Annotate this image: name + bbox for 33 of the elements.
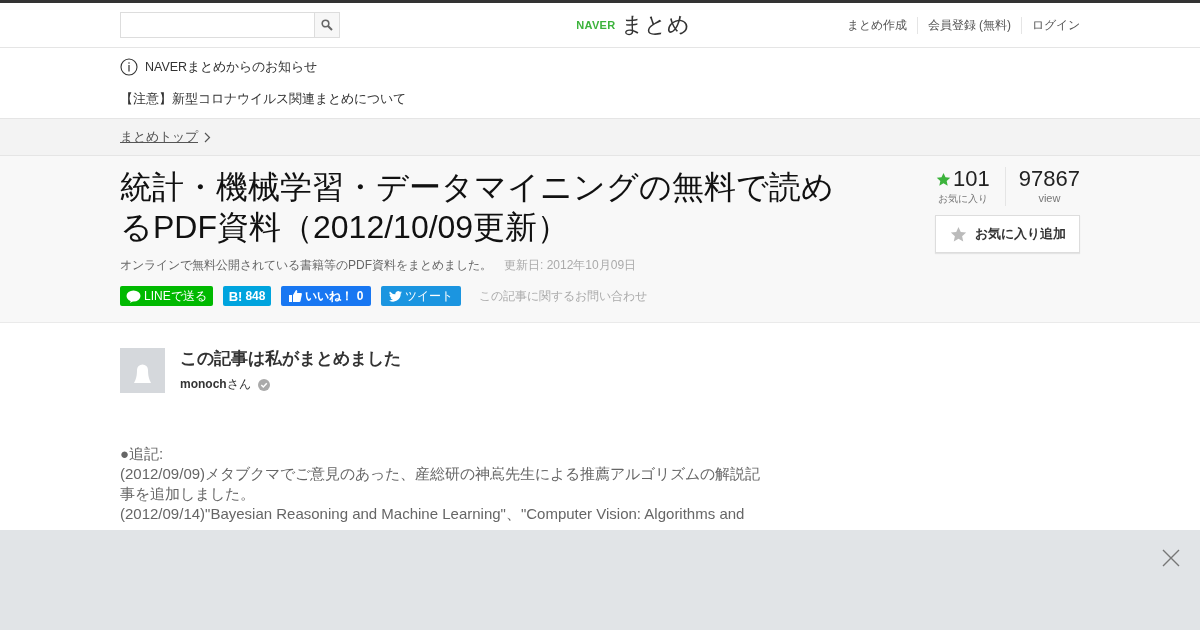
view-label: view	[1038, 192, 1061, 204]
logo-title[interactable]: まとめ	[621, 10, 691, 40]
article-description: オンラインで無料公開されている書籍等のPDF資料をまとめました。	[120, 257, 492, 274]
author-heading: この記事は私がまとめました	[180, 348, 401, 370]
nav-link[interactable]: まとめ作成	[836, 16, 917, 34]
body-text: ●追記:	[120, 444, 165, 464]
article-title: 統計・機械学習・データマイニングの無料で読めるPDF資料（2012/10/09更新）	[120, 168, 835, 247]
view-count: 97867	[1018, 167, 1080, 191]
close-button[interactable]	[1162, 549, 1180, 567]
search-icon	[321, 19, 333, 31]
breadcrumb-link[interactable]: まとめトップ	[120, 128, 198, 146]
favorite-count: 101	[953, 167, 990, 191]
bird-icon	[389, 290, 403, 302]
star-icon	[936, 171, 952, 187]
favorite-label: お気に入り	[937, 192, 988, 206]
nav-link[interactable]: ログイン	[1021, 16, 1080, 34]
chevron-right-icon	[204, 131, 211, 143]
notice-title: NAVERまとめからのお知らせ	[145, 58, 318, 76]
body-text: (2012/09/09)メタブクマでご意見のあった、産総研の神嶌先生による推薦アルゴリズムの解説記事を追加しました。	[120, 464, 762, 504]
like-button[interactable]: いいね！ 0	[281, 286, 372, 306]
nav-link[interactable]: 会員登録 (無料)	[916, 16, 1021, 34]
body-text: (2012/09/14)"Bayesian Reasoning and Machine Learning"、"Computer Vision: Algorithms and	[120, 504, 746, 524]
close-icon	[1162, 549, 1180, 567]
info-icon	[120, 58, 138, 76]
search-field[interactable]	[120, 12, 340, 38]
updated-date: 更新日: 2012年10月09日	[504, 257, 637, 274]
search-button[interactable]	[314, 13, 339, 37]
chat-bubble-icon	[126, 289, 141, 303]
thumbs-up-icon	[289, 290, 303, 302]
author-name[interactable]: monochさん	[180, 376, 251, 393]
add-favorite-button[interactable]: お気に入り追加	[935, 215, 1080, 253]
star-icon	[949, 225, 967, 243]
notice-link[interactable]: 【注意】新型コロナウイルス関連まとめについて	[120, 92, 406, 106]
